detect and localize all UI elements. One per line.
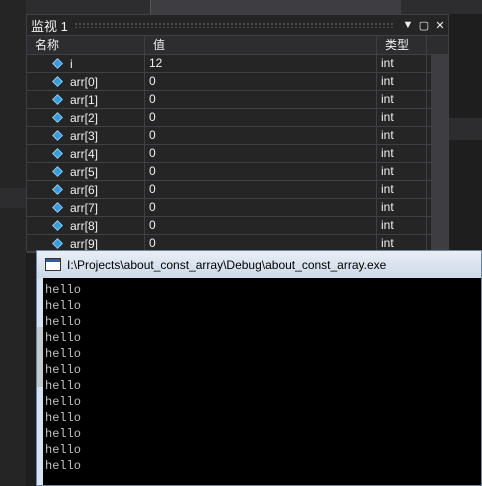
value-cell[interactable]: 0 xyxy=(145,181,377,198)
table-row[interactable]: arr[0] 0 int xyxy=(27,73,448,91)
variable-name: i xyxy=(70,56,73,71)
variable-icon xyxy=(52,184,63,195)
name-cell[interactable]: arr[8] xyxy=(27,217,145,234)
table-row[interactable]: arr[8] 0 int xyxy=(27,217,448,235)
variable-icon xyxy=(52,112,63,123)
variable-name: arr[2] xyxy=(70,110,99,125)
type-cell: int xyxy=(377,109,427,126)
variable-name: arr[0] xyxy=(70,74,99,89)
variable-name: arr[5] xyxy=(70,164,99,179)
type-cell: int xyxy=(377,145,427,162)
type-cell: int xyxy=(377,181,427,198)
table-row[interactable]: arr[3] 0 int xyxy=(27,127,448,145)
console-line: hello xyxy=(45,411,82,425)
header-name[interactable]: 名称 xyxy=(27,36,145,54)
console-line: hello xyxy=(45,315,82,329)
table-row[interactable]: arr[5] 0 int xyxy=(27,163,448,181)
console-app-icon xyxy=(45,258,61,271)
right-strip xyxy=(447,118,482,140)
table-row[interactable]: i 12 int xyxy=(27,55,448,73)
name-cell[interactable]: arr[2] xyxy=(27,109,145,126)
type-cell: int xyxy=(377,73,427,90)
table-row[interactable]: arr[7] 0 int xyxy=(27,199,448,217)
console-window: I:\Projects\about_const_array\Debug\abou… xyxy=(36,250,482,486)
variable-name: arr[6] xyxy=(70,182,99,197)
table-row[interactable]: arr[6] 0 int xyxy=(27,181,448,199)
name-cell[interactable]: arr[7] xyxy=(27,199,145,216)
column-header: 名称 值 类型 xyxy=(27,35,448,55)
variable-icon xyxy=(52,58,63,69)
variable-name: arr[9] xyxy=(70,236,99,251)
value-cell[interactable]: 0 xyxy=(145,163,377,180)
name-cell[interactable]: arr[1] xyxy=(27,91,145,108)
type-cell: int xyxy=(377,163,427,180)
name-cell[interactable]: arr[6] xyxy=(27,181,145,198)
console-line: hello xyxy=(45,283,82,297)
maximize-icon[interactable]: ▢ xyxy=(416,19,432,32)
value-cell[interactable]: 12 xyxy=(145,55,377,72)
name-cell[interactable]: arr[0] xyxy=(27,73,145,90)
editor-tab[interactable] xyxy=(150,0,401,14)
console-line: hello xyxy=(45,299,82,313)
value-cell[interactable]: 0 xyxy=(145,127,377,144)
console-line: hello xyxy=(45,443,82,457)
variable-icon xyxy=(52,76,63,87)
variable-icon xyxy=(52,130,63,141)
header-type[interactable]: 类型 xyxy=(377,36,427,54)
header-value[interactable]: 值 xyxy=(145,36,377,54)
watch-window: 监视 1 ▼ ▢ ✕ 名称 值 类型 i 12 int arr[0] 0 int arr[1… xyxy=(26,14,449,253)
variable-icon xyxy=(52,202,63,213)
type-cell: int xyxy=(377,91,427,108)
name-cell[interactable]: arr[4] xyxy=(27,145,145,162)
watch-title-bar[interactable]: 监视 1 ▼ ▢ ✕ xyxy=(27,15,448,35)
variable-name: arr[4] xyxy=(70,146,99,161)
close-icon[interactable]: ✕ xyxy=(432,19,448,32)
console-line: hello xyxy=(45,347,82,361)
left-panel xyxy=(0,0,26,486)
variable-name: arr[8] xyxy=(70,218,99,233)
variable-icon xyxy=(52,94,63,105)
variable-icon xyxy=(52,148,63,159)
vertical-scrollbar[interactable] xyxy=(431,54,448,251)
console-title-bar[interactable]: I:\Projects\about_const_array\Debug\abou… xyxy=(37,251,481,278)
value-cell[interactable]: 0 xyxy=(145,109,377,126)
variable-name: arr[3] xyxy=(70,128,99,143)
console-line: hello xyxy=(45,395,82,409)
value-cell[interactable]: 0 xyxy=(145,91,377,108)
name-cell[interactable]: arr[3] xyxy=(27,127,145,144)
type-cell: int xyxy=(377,127,427,144)
console-line: hello xyxy=(45,459,82,473)
table-row[interactable]: arr[4] 0 int xyxy=(27,145,448,163)
type-cell: int xyxy=(377,199,427,216)
console-line: hello xyxy=(45,363,82,377)
console-output: hello hello hello hello hello hello hello hello… xyxy=(43,278,481,485)
watch-title: 监视 1 xyxy=(31,18,68,34)
variable-icon xyxy=(52,238,63,249)
variable-icon xyxy=(52,166,63,177)
name-cell[interactable]: arr[5] xyxy=(27,163,145,180)
watch-rows: i 12 int arr[0] 0 int arr[1] 0 int arr[2] 0 int arr[… xyxy=(27,55,448,253)
console-line: hello xyxy=(45,379,82,393)
value-cell[interactable]: 0 xyxy=(145,217,377,234)
title-grip[interactable] xyxy=(73,22,394,28)
variable-name: arr[7] xyxy=(70,200,99,215)
console-line: hello xyxy=(45,331,82,345)
dropdown-icon[interactable]: ▼ xyxy=(400,19,416,31)
variable-icon xyxy=(52,220,63,231)
type-cell: int xyxy=(377,55,427,72)
console-line: hello xyxy=(45,427,82,441)
console-title: I:\Projects\about_const_array\Debug\abou… xyxy=(67,257,387,272)
table-row[interactable]: arr[2] 0 int xyxy=(27,109,448,127)
name-cell[interactable]: i xyxy=(27,55,145,72)
variable-name: arr[1] xyxy=(70,92,99,107)
value-cell[interactable]: 0 xyxy=(145,145,377,162)
table-row[interactable]: arr[1] 0 int xyxy=(27,91,448,109)
left-panel-strip xyxy=(0,188,26,208)
type-cell: int xyxy=(377,217,427,234)
value-cell[interactable]: 0 xyxy=(145,199,377,216)
value-cell[interactable]: 0 xyxy=(145,73,377,90)
